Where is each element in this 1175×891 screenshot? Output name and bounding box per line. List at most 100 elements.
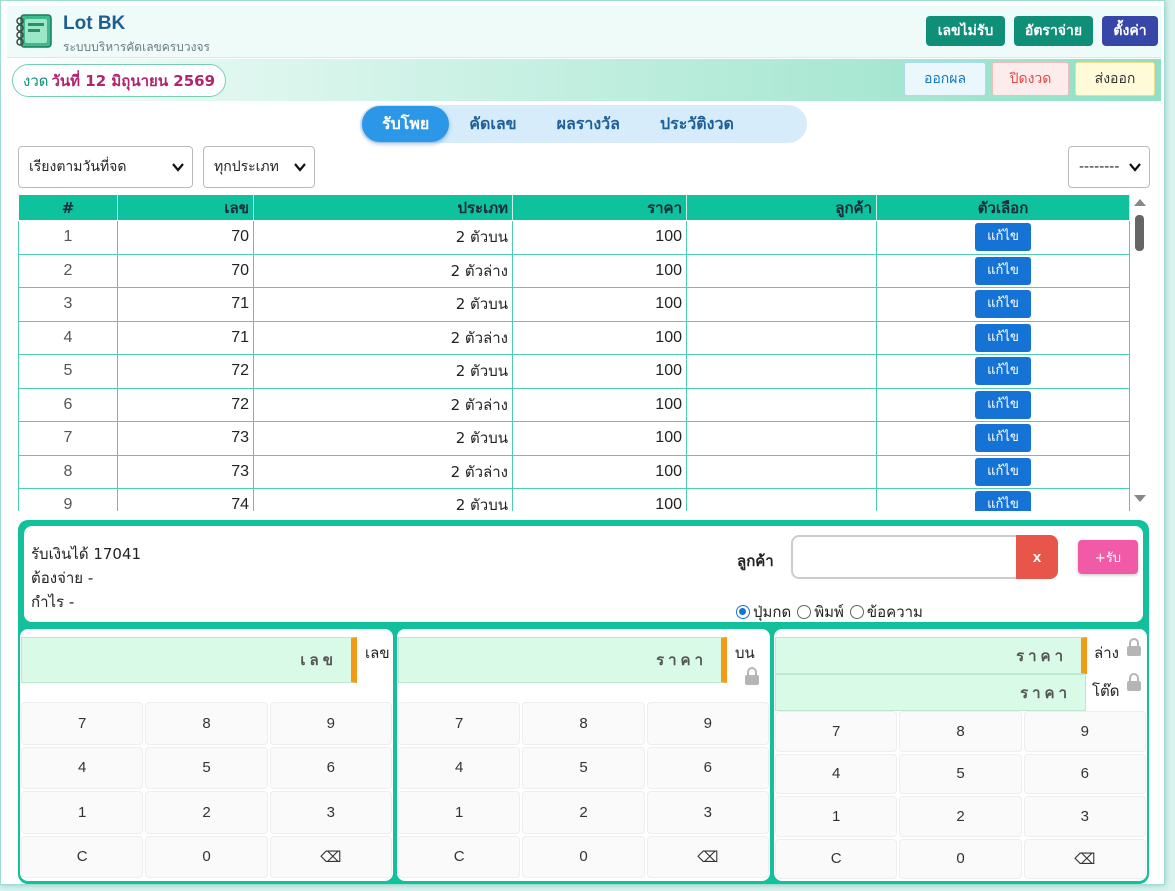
mode-type-radio[interactable] xyxy=(797,605,812,619)
key-9[interactable]: 9 xyxy=(646,702,769,745)
settings-button[interactable]: ตั้งค่า xyxy=(1102,16,1158,46)
key-6[interactable]: 6 xyxy=(269,746,392,789)
clear-customer-button[interactable]: x xyxy=(1016,535,1058,579)
payout-amount: ต้องจ่าย - xyxy=(31,569,94,587)
row-customer xyxy=(686,421,877,456)
key-1[interactable]: 1 xyxy=(398,791,521,834)
clear-key[interactable]: C xyxy=(21,835,144,878)
summary-box: รับเงินได้ 17041 ต้องจ่าย - กำไร - ลูกค้… xyxy=(24,526,1143,622)
row-index: 2 xyxy=(18,253,118,288)
backspace-key[interactable]: ⌫ xyxy=(646,835,769,878)
table-row: 1 70 2 ตัวบน 100 แก้ไข xyxy=(18,220,1130,255)
key-3[interactable]: 3 xyxy=(646,791,769,834)
key-5[interactable]: 5 xyxy=(899,753,1022,794)
key-4[interactable]: 4 xyxy=(21,746,144,789)
key-0[interactable]: 0 xyxy=(522,835,645,878)
close-draw-button[interactable]: ปิดงวด xyxy=(992,62,1069,96)
mode-text-label[interactable]: ข้อความ xyxy=(867,600,923,624)
clear-key[interactable]: C xyxy=(398,835,521,878)
key-9[interactable]: 9 xyxy=(1023,711,1146,752)
key-9[interactable]: 9 xyxy=(269,702,392,745)
edit-button[interactable]: แก้ไข xyxy=(975,256,1031,285)
lock-icon[interactable] xyxy=(1126,673,1142,691)
type-select-value: ทุกประเภท xyxy=(214,159,279,175)
profit-amount: กำไร - xyxy=(31,593,75,611)
export-button[interactable]: ส่งออก xyxy=(1075,62,1155,96)
key-8[interactable]: 8 xyxy=(145,702,268,745)
key-5[interactable]: 5 xyxy=(145,746,268,789)
extra-select[interactable]: -------- xyxy=(1068,146,1150,188)
tab-history[interactable]: ประวัติงวด xyxy=(640,106,754,142)
sort-select-value: เรียงตามวันที่จด xyxy=(29,159,127,175)
key-0[interactable]: 0 xyxy=(899,838,1022,879)
key-0[interactable]: 0 xyxy=(145,835,268,878)
slips-table-container: # เลข ประเภท ราคา ลูกค้า ตัวเลือก 1 70 2 ต… xyxy=(18,194,1147,511)
table-row: 5 72 2 ตัวบน 100 แก้ไข xyxy=(18,354,1130,389)
mode-type-label[interactable]: พิมพ์ xyxy=(814,600,844,624)
bottom-price-pad: ราคา ล่าง ราคา โต๊ด 7 8 9 4 5 6 1 2 3 C 0 ⌫ xyxy=(774,629,1147,881)
key-8[interactable]: 8 xyxy=(899,711,1022,752)
row-type: 2 ตัวล่าง xyxy=(253,454,513,489)
number-field[interactable]: เลข xyxy=(21,637,357,683)
scroll-up-arrow-icon[interactable] xyxy=(1134,199,1146,206)
edit-button[interactable]: แก้ไข xyxy=(975,323,1031,352)
extra-select-value: -------- xyxy=(1079,159,1120,175)
row-type: 2 ตัวล่าง xyxy=(253,320,513,355)
edit-button[interactable]: แก้ไข xyxy=(975,424,1031,453)
key-3[interactable]: 3 xyxy=(1023,796,1146,837)
key-4[interactable]: 4 xyxy=(398,746,521,789)
clear-key[interactable]: C xyxy=(775,838,898,879)
key-2[interactable]: 2 xyxy=(899,796,1022,837)
key-8[interactable]: 8 xyxy=(522,702,645,745)
customer-input[interactable] xyxy=(791,535,1019,579)
type-select[interactable]: ทุกประเภท xyxy=(203,146,315,188)
scroll-down-arrow-icon[interactable] xyxy=(1134,495,1146,502)
key-1[interactable]: 1 xyxy=(775,796,898,837)
table-scrollbar[interactable] xyxy=(1131,197,1147,507)
lock-icon[interactable] xyxy=(744,667,760,685)
edit-button[interactable]: แก้ไข xyxy=(975,491,1031,511)
key-7[interactable]: 7 xyxy=(21,702,144,745)
table-header-row: # เลข ประเภท ราคา ลูกค้า ตัวเลือก xyxy=(18,194,1130,221)
tab-filter-numbers[interactable]: คัดเลข xyxy=(449,106,536,142)
key-6[interactable]: 6 xyxy=(646,746,769,789)
row-options: แก้ไข xyxy=(876,320,1130,355)
edit-button[interactable]: แก้ไข xyxy=(975,390,1031,419)
edit-button[interactable]: แก้ไข xyxy=(975,223,1031,252)
row-customer xyxy=(686,220,877,255)
key-5[interactable]: 5 xyxy=(522,746,645,789)
key-6[interactable]: 6 xyxy=(1023,753,1146,794)
key-4[interactable]: 4 xyxy=(775,753,898,794)
mode-text-radio[interactable] xyxy=(849,605,864,619)
lock-icon[interactable] xyxy=(1126,638,1142,656)
key-7[interactable]: 7 xyxy=(775,711,898,752)
scroll-thumb[interactable] xyxy=(1135,215,1144,251)
sort-select[interactable]: เรียงตามวันที่จด xyxy=(18,146,193,188)
key-2[interactable]: 2 xyxy=(145,791,268,834)
blocked-numbers-button[interactable]: เลขไม่รับ xyxy=(926,16,1005,46)
issue-results-button[interactable]: ออกผล xyxy=(904,62,986,96)
top-price-field[interactable]: ราคา xyxy=(398,637,727,683)
backspace-key[interactable]: ⌫ xyxy=(269,835,392,878)
key-2[interactable]: 2 xyxy=(522,791,645,834)
mode-keypad-label[interactable]: ปุ่มกด xyxy=(753,600,791,624)
key-3[interactable]: 3 xyxy=(269,791,392,834)
input-mode-group: ปุ่มกด พิมพ์ ข้อความ xyxy=(736,600,929,624)
tab-results[interactable]: ผลรางวัล xyxy=(537,106,640,142)
add-slip-button[interactable]: +รับ xyxy=(1078,540,1138,574)
key-1[interactable]: 1 xyxy=(21,791,144,834)
tab-receive-slips[interactable]: รับโพย xyxy=(362,106,450,142)
tod-price-field[interactable]: ราคา xyxy=(775,674,1086,711)
key-7[interactable]: 7 xyxy=(398,702,521,745)
edit-button[interactable]: แก้ไข xyxy=(975,357,1031,386)
edit-button[interactable]: แก้ไข xyxy=(975,290,1031,319)
edit-button[interactable]: แก้ไข xyxy=(975,457,1031,486)
backspace-key[interactable]: ⌫ xyxy=(1023,838,1146,879)
bottom-price-field[interactable]: ราคา xyxy=(775,637,1087,674)
mode-keypad-radio[interactable] xyxy=(736,605,750,619)
number-keypad: 7 8 9 4 5 6 1 2 3 C 0 ⌫ xyxy=(21,702,392,878)
row-price: 100 xyxy=(512,220,687,255)
main-tabs: รับโพย คัดเลข ผลรางวัล ประวัติงวด xyxy=(360,105,807,143)
chevron-down-icon xyxy=(172,163,184,172)
payout-rate-button[interactable]: อัตราจ่าย xyxy=(1014,16,1093,46)
